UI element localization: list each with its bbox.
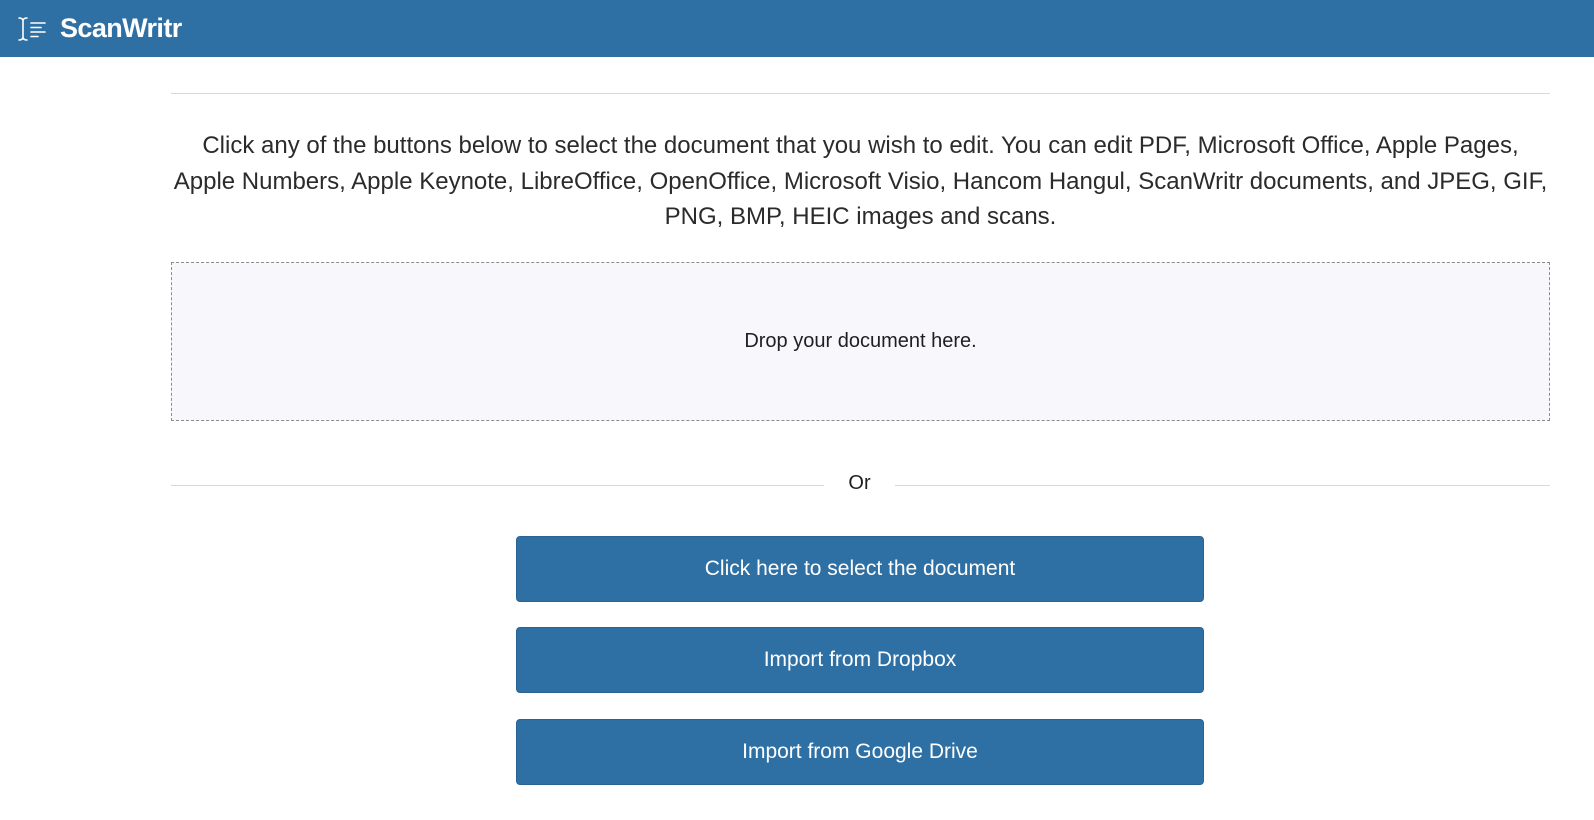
import-google-drive-label: Import from Google Drive	[742, 740, 978, 763]
separator-line-left	[171, 485, 824, 486]
import-dropbox-label: Import from Dropbox	[763, 648, 957, 671]
top-bar: ScanWritr	[0, 0, 1594, 57]
dropzone-label: Drop your document here.	[744, 330, 977, 352]
document-dropzone[interactable]: Drop your document here.	[171, 262, 1550, 421]
import-dropbox-button[interactable]: Import from Dropbox	[516, 627, 1204, 693]
top-divider	[171, 93, 1550, 94]
separator-line-right	[895, 485, 1550, 486]
select-document-label: Click here to select the document	[704, 557, 1016, 580]
text-cursor-lines-icon	[16, 15, 48, 43]
select-document-button[interactable]: Click here to select the document	[516, 536, 1204, 602]
instructions-text: Click any of the buttons below to select…	[173, 132, 1548, 230]
app-name: ScanWritr	[60, 13, 182, 43]
import-google-drive-button[interactable]: Import from Google Drive	[516, 719, 1204, 785]
app-logo[interactable]: ScanWritr	[16, 13, 182, 44]
or-separator: Or	[171, 470, 1550, 500]
separator-label: Or	[848, 472, 871, 494]
